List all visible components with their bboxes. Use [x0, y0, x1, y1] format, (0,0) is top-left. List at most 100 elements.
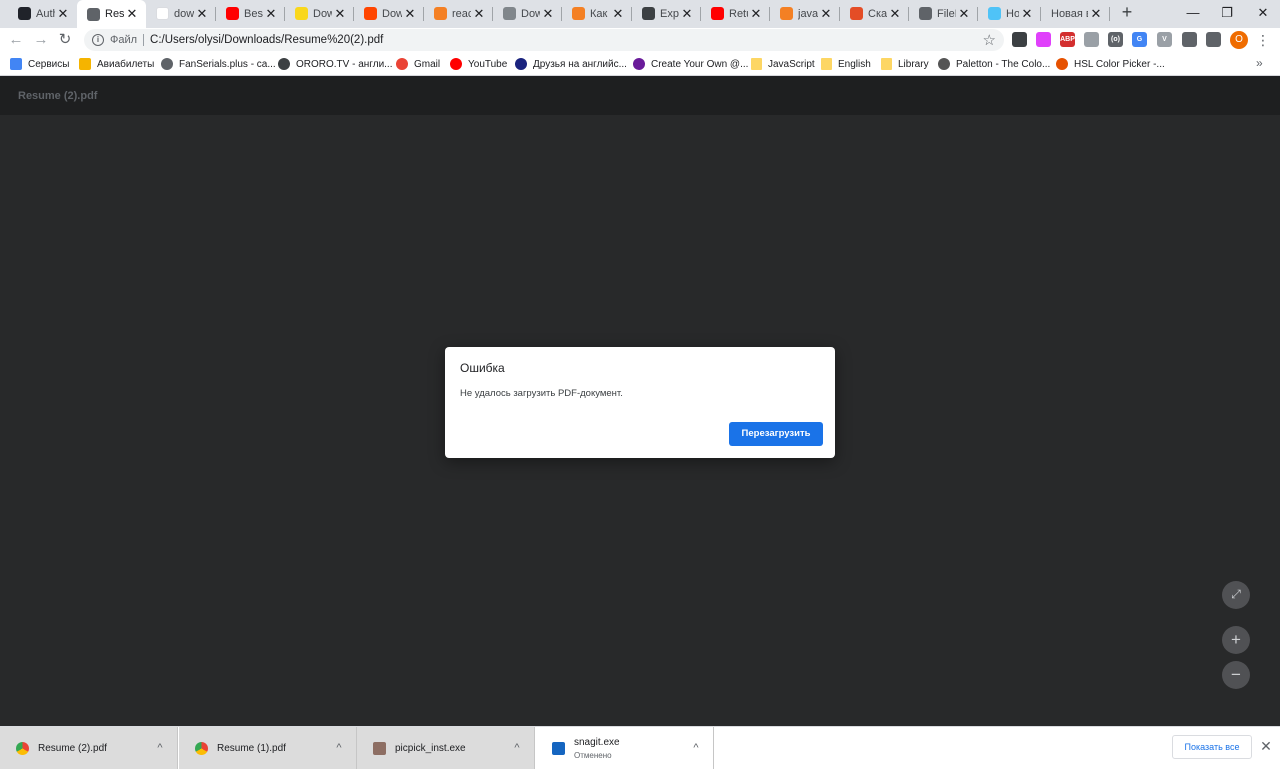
address-bar[interactable]: i Файл C:/Users/olysi/Downloads/Resume%2… [84, 29, 1004, 51]
react-icon [18, 7, 31, 20]
download-item[interactable]: snagit.exe Отменено ^ [536, 727, 714, 769]
tab-close-icon[interactable]: ✕ [263, 6, 279, 22]
reload-pdf-button[interactable]: Перезагрузить [729, 422, 823, 446]
extension-pink-icon[interactable] [1036, 32, 1051, 47]
tab-close-icon[interactable]: ✕ [402, 6, 418, 22]
tab-7[interactable]: Dow ✕ [493, 1, 562, 26]
tab-2[interactable]: dow ✕ [146, 1, 216, 26]
bookmark-item[interactable]: Сервисы [10, 57, 69, 71]
bookmark-item[interactable]: HSL Color Picker -... [1056, 57, 1165, 71]
download-item[interactable]: Resume (1).pdf ^ [179, 727, 357, 769]
youtube-icon [450, 58, 462, 70]
translate-icon[interactable]: G [1132, 32, 1147, 47]
bookmark-star-icon[interactable]: ☆ [983, 31, 996, 49]
new-tab-button[interactable]: + [1116, 2, 1138, 24]
tab-1[interactable]: Resu✕ [77, 0, 146, 28]
youtube-icon [711, 7, 724, 20]
tab-label: dow [174, 7, 194, 20]
bookmark-item[interactable]: Авиабилеты [79, 57, 154, 71]
tab-close-icon[interactable]: ✕ [194, 6, 210, 22]
tab-close-icon[interactable]: ✕ [124, 6, 140, 22]
puzzle-icon[interactable] [1182, 32, 1197, 47]
gmail-icon [396, 58, 408, 70]
download-filename: Resume (1).pdf [217, 742, 286, 754]
download-filename: Resume (2).pdf [38, 742, 107, 754]
zoom-in-button[interactable]: + [1222, 626, 1250, 654]
tab-close-icon[interactable]: ✕ [1019, 6, 1035, 22]
extension-dark-icon[interactable] [1012, 32, 1027, 47]
bookmark-item[interactable]: Друзья на английс... [515, 57, 627, 71]
chevron-up-icon[interactable]: ^ [328, 742, 350, 754]
reading-list-icon[interactable] [1206, 32, 1221, 47]
tab-9[interactable]: Expr✕ [632, 1, 701, 26]
extension-box-icon[interactable] [1084, 32, 1099, 47]
bookmark-item[interactable]: JavaScript [751, 57, 815, 71]
tab-5[interactable]: Dow ✕ [354, 1, 424, 26]
restore-button[interactable]: ❐ [1210, 0, 1244, 28]
bookmark-item[interactable]: FanSerials.plus - са... [161, 57, 276, 71]
tab-13[interactable]: FileN✕ [909, 1, 978, 26]
browser-menu-icon[interactable]: ⋮ [1256, 30, 1270, 50]
tab-label: Скач [868, 7, 887, 20]
chevron-up-icon[interactable]: ^ [506, 742, 528, 754]
download-item[interactable]: Resume (2).pdf ^ [0, 727, 178, 769]
close-downloads-bar-icon[interactable]: ✕ [1258, 738, 1274, 754]
chrome-icon [16, 741, 29, 755]
tab-0[interactable]: Auth✕ [8, 1, 77, 26]
fit-to-page-button[interactable]: ⤢ [1222, 581, 1250, 609]
bookmark-item[interactable]: Paletton - The Colo... [938, 57, 1050, 71]
code-icon [850, 7, 863, 20]
tab-close-icon[interactable]: ✕ [887, 6, 903, 22]
url-text[interactable]: C:/Users/olysi/Downloads/Resume%20(2).pd… [150, 34, 383, 46]
tab-close-icon[interactable]: ✕ [1088, 6, 1104, 22]
bookmark-item[interactable]: Library [881, 57, 929, 71]
tab-close-icon[interactable]: ✕ [471, 6, 487, 22]
zoom-out-button[interactable]: − [1222, 661, 1250, 689]
close-window-button[interactable]: ✕ [1246, 0, 1280, 28]
picpick-icon [373, 741, 386, 755]
download-filename: snagit.exe [574, 736, 620, 748]
bookmark-item[interactable]: Gmail [396, 57, 440, 71]
bookmark-item[interactable]: Create Your Own @... [633, 57, 748, 71]
tab-close-icon[interactable]: ✕ [956, 6, 972, 22]
tab-close-icon[interactable]: ✕ [679, 6, 695, 22]
tab-close-icon[interactable]: ✕ [748, 6, 764, 22]
tab-label: Best [244, 7, 263, 20]
stackoverflow-icon [572, 7, 585, 20]
download-status: Отменено [574, 750, 612, 760]
bookmark-item[interactable]: ORORO.TV - англи... [278, 57, 393, 71]
tab-3[interactable]: Best✕ [216, 1, 285, 26]
tab-close-icon[interactable]: ✕ [55, 6, 71, 22]
bookmark-label: Paletton - The Colo... [956, 58, 1051, 70]
tab-close-icon[interactable]: ✕ [610, 6, 626, 22]
tab-close-icon[interactable]: ✕ [540, 6, 556, 22]
show-all-downloads-button[interactable]: Показать все [1172, 735, 1252, 759]
error-dialog: Ошибка Не удалось загрузить PDF-документ… [445, 347, 835, 458]
back-button[interactable]: ← [6, 30, 26, 50]
bookmarks-overflow-button[interactable]: » [1256, 56, 1263, 70]
omnibox-divider [143, 34, 145, 46]
download-item[interactable]: picpick_inst.exe ^ [357, 727, 535, 769]
extension-brackets-icon[interactable]: (o) [1108, 32, 1123, 47]
chevron-up-icon[interactable]: ^ [685, 742, 707, 754]
adblock-icon[interactable]: ABP [1060, 32, 1075, 47]
tab-close-icon[interactable]: ✕ [818, 6, 834, 22]
tab-15[interactable]: Новая вк✕ [1041, 1, 1110, 26]
tab-10[interactable]: Retu✕ [701, 1, 770, 26]
reload-button[interactable]: ↻ [55, 30, 75, 50]
forward-button[interactable]: → [31, 30, 51, 50]
minimize-button[interactable]: — [1176, 0, 1210, 28]
vue-devtools-icon[interactable]: V [1157, 32, 1172, 47]
tab-11[interactable]: javas✕ [770, 1, 840, 26]
tab-12[interactable]: Скач✕ [840, 1, 909, 26]
tab-8[interactable]: Как с✕ [562, 1, 632, 26]
chevron-up-icon[interactable]: ^ [149, 742, 171, 754]
tab-close-icon[interactable]: ✕ [332, 6, 348, 22]
profile-avatar[interactable]: O [1230, 31, 1248, 49]
bookmark-item[interactable]: English [821, 57, 871, 71]
tab-14[interactable]: How✕ [978, 1, 1041, 26]
bookmark-item[interactable]: YouTube [450, 57, 507, 71]
tab-6[interactable]: react✕ [424, 1, 493, 26]
tab-4[interactable]: Dow ✕ [285, 1, 354, 26]
info-icon[interactable]: i [92, 34, 104, 46]
